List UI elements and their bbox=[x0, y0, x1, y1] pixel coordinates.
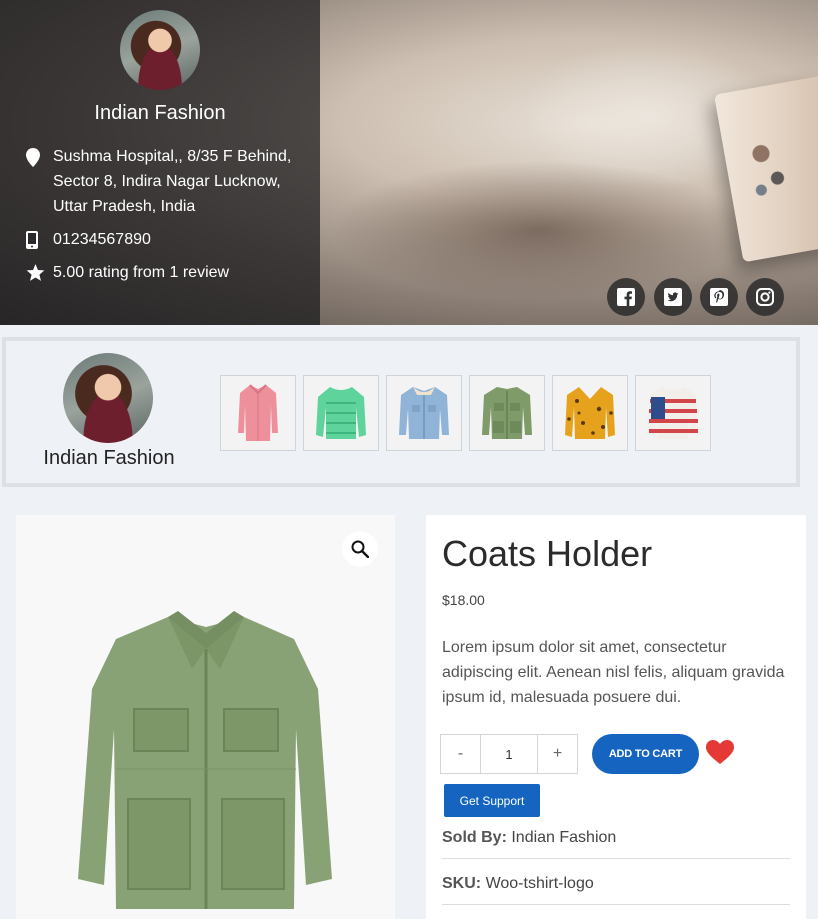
yellow-cardigan-icon bbox=[565, 387, 615, 439]
store-name: Indian Fashion bbox=[94, 102, 226, 124]
denim-jacket-icon bbox=[399, 387, 449, 439]
store-banner: Indian Fashion Sushma Hospital,, 8/35 F … bbox=[0, 0, 818, 325]
flag-sweater-icon bbox=[648, 387, 698, 439]
store-phone-row: 01234567890 bbox=[26, 227, 318, 257]
store-address-row: Sushma Hospital,, 8/35 F Behind, Sector … bbox=[26, 144, 318, 219]
vendor-name[interactable]: Indian Fashion bbox=[26, 447, 192, 470]
store-avatar[interactable] bbox=[120, 10, 200, 90]
product-thumb-flag-sweater[interactable] bbox=[635, 375, 711, 451]
green-jacket-icon bbox=[482, 387, 532, 439]
sku-label: SKU: bbox=[442, 875, 482, 892]
vendor-strip: Indian Fashion bbox=[2, 337, 800, 487]
product-thumb-denim-jacket[interactable] bbox=[386, 375, 462, 451]
vendor-avatar[interactable] bbox=[63, 353, 153, 443]
sku-row: SKU: Woo-tshirt-logo bbox=[442, 875, 790, 905]
store-rating: 5.00 rating from 1 review bbox=[53, 264, 230, 281]
sold-by-link[interactable]: Indian Fashion bbox=[511, 829, 616, 846]
store-rating-row: 5.00 rating from 1 review bbox=[26, 260, 318, 290]
banner-background-shadow bbox=[330, 160, 750, 300]
instagram-link[interactable] bbox=[746, 278, 784, 316]
product-thumb-yellow-cardigan[interactable] bbox=[552, 375, 628, 451]
sku-value: Woo-tshirt-logo bbox=[485, 875, 594, 892]
product-title: Coats Holder bbox=[442, 533, 653, 574]
product-thumb-green-jacket[interactable] bbox=[469, 375, 545, 451]
twitter-link[interactable] bbox=[654, 278, 692, 316]
get-support-button[interactable]: Get Support bbox=[444, 784, 540, 817]
star-icon bbox=[26, 260, 53, 290]
store-address: Sushma Hospital,, 8/35 F Behind, Sector … bbox=[53, 148, 292, 215]
magnifier-icon bbox=[351, 540, 369, 558]
store-phone[interactable]: 01234567890 bbox=[53, 227, 318, 257]
quantity-decrease-button[interactable]: - bbox=[441, 735, 480, 773]
twitter-icon bbox=[664, 288, 682, 306]
product-jacket-image bbox=[78, 611, 332, 909]
instagram-icon bbox=[756, 288, 774, 306]
pinterest-icon bbox=[710, 288, 728, 306]
product-thumb-pink-shirt[interactable] bbox=[220, 375, 296, 451]
store-info-panel: Indian Fashion Sushma Hospital,, 8/35 F … bbox=[0, 0, 320, 325]
pinterest-link[interactable] bbox=[700, 278, 738, 316]
quantity-increase-button[interactable]: + bbox=[538, 735, 577, 773]
product-image bbox=[16, 515, 395, 919]
facebook-link[interactable] bbox=[607, 278, 645, 316]
mobile-phone-icon bbox=[26, 227, 53, 257]
sold-by-row: Sold By: Indian Fashion bbox=[442, 829, 790, 859]
wishlist-heart-icon[interactable] bbox=[706, 740, 734, 770]
quantity-stepper: - + bbox=[440, 734, 578, 774]
green-sweater-icon bbox=[316, 387, 366, 439]
quantity-input[interactable] bbox=[480, 735, 538, 773]
add-to-cart-button[interactable]: ADD TO CART bbox=[592, 734, 699, 774]
product-description: Lorem ipsum dolor sit amet, consectetur … bbox=[442, 639, 785, 706]
product-summary: Coats Holder $18.00 Lorem ipsum dolor si… bbox=[426, 515, 806, 919]
pink-shirt-icon bbox=[238, 384, 278, 441]
product-thumb-green-sweater[interactable] bbox=[303, 375, 379, 451]
map-marker-icon bbox=[26, 144, 53, 219]
facebook-icon bbox=[617, 288, 635, 306]
zoom-button[interactable] bbox=[342, 531, 378, 567]
sold-by-label: Sold By: bbox=[442, 829, 507, 846]
product-price: $18.00 bbox=[442, 592, 485, 608]
